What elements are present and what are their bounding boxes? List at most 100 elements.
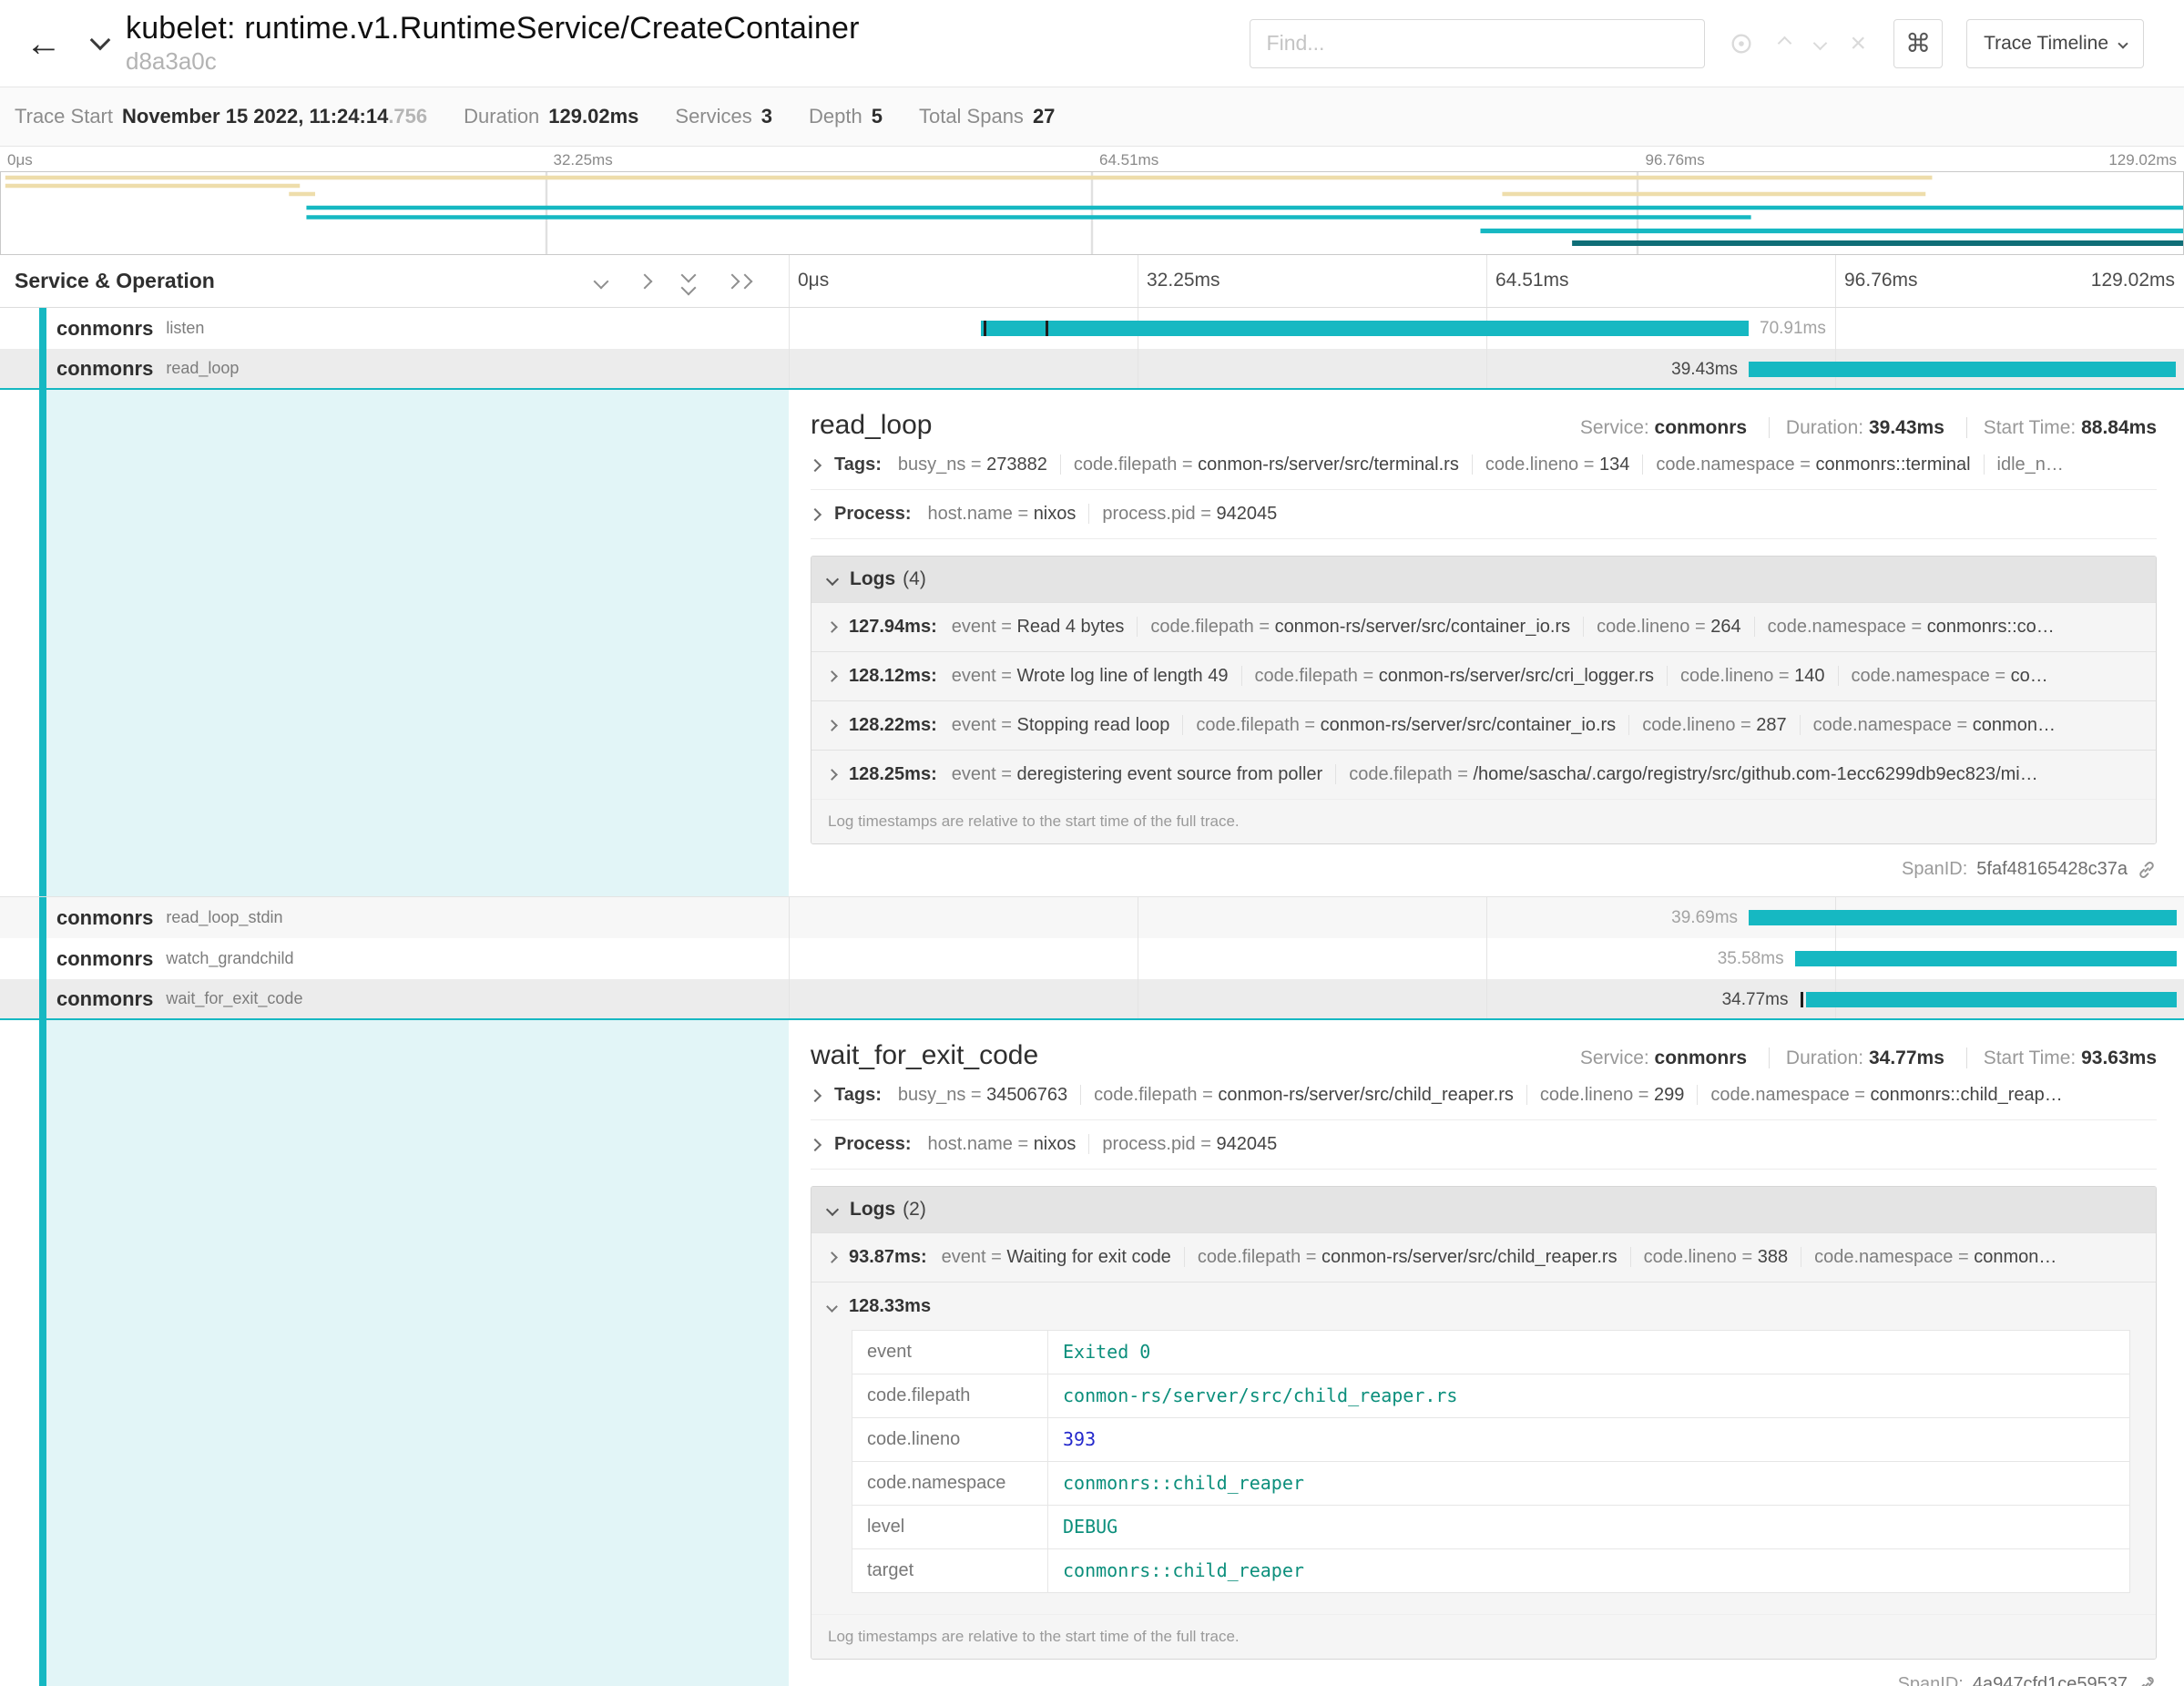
log-entry[interactable]: 128.12ms: eventWrote log line of length … [811,651,2156,700]
table-value: conmon-rs/server/src/child_reaper.rs [1063,1385,1457,1406]
find-clear-icon[interactable]: × [1851,30,1867,57]
table-value: 393 [1063,1428,1096,1450]
log-entry[interactable]: 93.87ms: eventWaiting for exit codecode.… [811,1232,2156,1282]
copy-link-icon[interactable] [2137,860,2157,880]
collapse-one-icon[interactable] [594,273,609,289]
copy-link-icon[interactable] [2137,1675,2157,1686]
kv-value: /home/sascha/.cargo/registry/src/github.… [1453,764,2038,784]
process-accordion[interactable]: Process: host.namenixosprocess.pid942045 [811,1120,2157,1170]
tags-accordion[interactable]: Tags: busy_ns273882code.filepathconmon-r… [811,441,2157,490]
self-time-tick [984,321,986,336]
minimap-canvas[interactable] [0,171,2184,255]
depth-label: Depth [809,105,862,128]
kv-key: code.namespace [1814,1247,1953,1267]
kv-key: event [952,617,996,637]
log-entry-expanded[interactable]: 128.33ms event Exited 0 code.filepath [811,1282,2156,1614]
find-prev-icon[interactable] [1777,36,1791,51]
chevron-right-icon [811,458,822,471]
kv-key: event [942,1247,986,1267]
table-key: code.namespace [852,1462,1048,1506]
trace-view-label: Trace Timeline [1984,33,2108,55]
duration-label: Duration [464,105,539,128]
kv-key: code.namespace [1852,666,1990,686]
kv-item: eventWrote log line of length 49 [952,666,1229,686]
span-duration-label: 34.77ms [1722,979,1789,1020]
process-accordion[interactable]: Process: host.namenixosprocess.pid942045 [811,490,2157,539]
span-meta: Service: conmonrs Duration: 39.43ms Star… [1580,417,2157,439]
timeline-minimap: 0μs 32.25ms 64.51ms 96.76ms 129.02ms [0,147,2184,255]
table-row: code.lineno 393 [852,1418,2130,1462]
meta-duration: Duration: 34.77ms [1769,1047,1944,1068]
services-value: 3 [761,105,772,128]
tick-label: 64.51ms [1099,151,1158,169]
detail-left-rail [0,390,789,896]
process-label: Process: [834,504,912,525]
span-bar[interactable] [981,321,1749,336]
kv-item: code.lineno299 [1526,1085,1684,1105]
trace-view-selector[interactable]: Trace Timeline [1966,19,2144,68]
kv-item: code.filepathconmon-rs/server/src/termin… [1060,455,1459,475]
kv-key: code.lineno [1540,1085,1633,1105]
span-bar[interactable] [1749,362,2176,377]
span-row-read-loop-stdin[interactable]: conmonrs read_loop_stdin 39.69ms [0,897,2184,938]
meta-duration: Duration: 39.43ms [1769,417,1944,438]
span-name-cell: conmonrs read_loop_stdin [0,897,789,938]
span-bar[interactable] [1749,910,2177,925]
kv-value: conmon-rs/server/src/container_io.rs [1254,617,1570,637]
span-timeline-cell: 35.58ms [789,938,2184,979]
table-value-cell: Exited 0 [1048,1331,2130,1374]
logs-title: Logs [850,1199,895,1221]
meta-start-time: Start Time: 88.84ms [1966,417,2157,438]
span-row-read-loop[interactable]: conmonrs read_loop 39.43ms [0,349,2184,390]
kv-key: code.lineno [1644,1247,1737,1267]
span-row-listen[interactable]: conmonrs listen 70.91ms [0,308,2184,349]
kv-item: host.namenixos [928,504,1077,524]
axis-tick-label: 32.25ms [1147,270,1220,291]
collapse-header-chevron-icon[interactable] [93,36,107,52]
table-row: target conmonrs::child_reaper [852,1549,2130,1593]
log-entry-header[interactable]: 128.33ms [828,1296,2139,1317]
back-icon[interactable]: ← [26,26,62,62]
kv-value: nixos [1013,1134,1077,1154]
kv-item: idle_n… [1984,455,2064,475]
span-row-watch-grandchild[interactable]: conmonrs watch_grandchild 35.58ms [0,938,2184,979]
keyboard-shortcuts-button[interactable]: ⌘ [1893,19,1943,68]
detail-header: wait_for_exit_code Service: conmonrs Dur… [811,1040,2157,1071]
process-list: host.namenixosprocess.pid942045 [928,504,1278,525]
kv-item: host.namenixos [928,1134,1077,1154]
chevron-down-icon [826,1301,838,1313]
find-input[interactable] [1250,19,1705,68]
expand-all-icon[interactable] [727,276,750,287]
logs-header[interactable]: Logs (2) [811,1187,2156,1232]
collapse-all-icon[interactable] [683,270,694,293]
log-entry[interactable]: 128.22ms: eventStopping read loopcode.fi… [811,700,2156,750]
table-value-cell: DEBUG [1048,1506,2130,1549]
table-row: code.namespace conmonrs::child_reaper [852,1462,2130,1506]
kv-item: code.lineno140 [1667,666,1824,686]
meta-service-value: conmonrs [1655,1047,1748,1068]
log-entry[interactable]: 127.94ms: eventRead 4 bytescode.filepath… [811,602,2156,651]
trace-title-block: kubelet: runtime.v1.RuntimeService/Creat… [126,11,860,76]
find-next-icon[interactable] [1812,36,1827,51]
detail-rail-fill [39,1020,789,1686]
span-bar[interactable] [1795,951,2178,966]
span-bar[interactable] [1806,992,2178,1007]
expand-one-icon[interactable] [638,273,653,289]
spanid-label: SpanID: [1898,1674,1964,1686]
kv-value: Waiting for exit code [986,1247,1171,1267]
log-entry[interactable]: 128.25ms: eventderegistering event sourc… [811,750,2156,799]
tags-accordion[interactable]: Tags: busy_ns34506763code.filepathconmon… [811,1071,2157,1120]
kv-value: Wrote log line of length 49 [996,666,1229,686]
trace-depth: Depth5 [809,105,883,128]
logs-header[interactable]: Logs (4) [811,557,2156,602]
focus-target-icon[interactable] [1729,31,1754,56]
service-name: conmonrs [56,317,153,341]
span-row-wait-for-exit-code[interactable]: conmonrs wait_for_exit_code 34.77ms [0,979,2184,1020]
kv-value: 942045 [1196,504,1278,524]
log-timestamp: 128.25ms: [849,764,937,785]
kv-key: code.filepath [1196,715,1299,735]
kv-value: 140 [1773,666,1824,686]
table-value-cell: 393 [1048,1418,2130,1462]
trace-duration: Duration129.02ms [464,105,638,128]
span-duration-label: 39.43ms [1671,349,1738,390]
